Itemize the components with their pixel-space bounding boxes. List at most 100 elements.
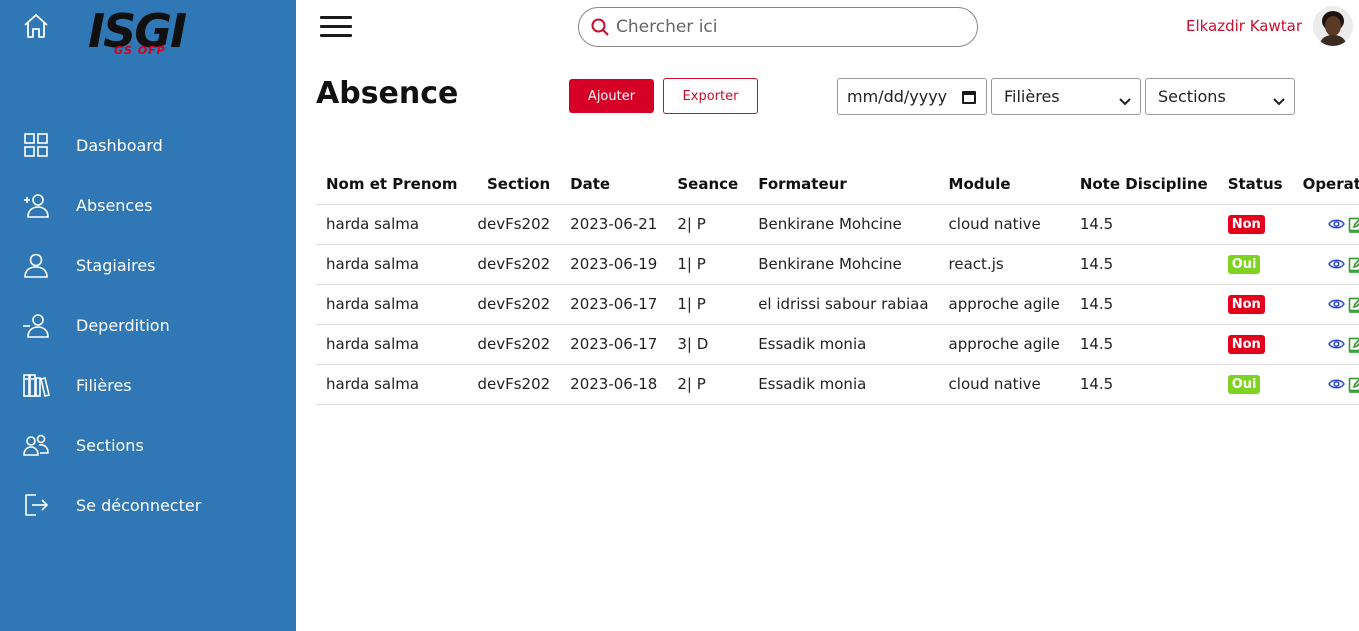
export-button[interactable]: Exporter xyxy=(663,78,758,114)
calendar-icon[interactable] xyxy=(961,89,977,109)
column-header: Date xyxy=(560,164,668,205)
column-header: Section xyxy=(467,164,561,205)
cell-module: approche agile xyxy=(938,284,1070,325)
logo-subtext: GS OFP xyxy=(114,44,166,57)
cell-name: harda salma xyxy=(316,284,468,325)
search-input[interactable] xyxy=(616,17,956,37)
column-header: Operation xyxy=(1292,164,1359,205)
cell-formateur: Essadik monia xyxy=(748,324,939,365)
cell-status: Non xyxy=(1217,204,1293,245)
table-row: harda salma devFs202 2023-06-17 3| D Ess… xyxy=(316,324,1359,365)
sidebar-item-logout[interactable]: Se déconnecter xyxy=(0,475,296,535)
sidebar-item-label: Dashboard xyxy=(76,135,163,155)
cell-status: Non xyxy=(1217,324,1293,365)
edit-icon[interactable] xyxy=(1348,296,1359,313)
chevron-down-icon xyxy=(1273,92,1285,111)
chevron-down-icon xyxy=(1119,92,1131,111)
cell-formateur: Benkirane Mohcine xyxy=(748,204,939,245)
sidebar-item-deperdition[interactable]: Deperdition xyxy=(0,295,296,355)
column-header: Module xyxy=(938,164,1070,205)
column-header: Formateur xyxy=(748,164,939,205)
user-name: Elkazdir Kawtar xyxy=(1185,17,1302,35)
view-icon[interactable] xyxy=(1328,217,1345,231)
edit-icon[interactable] xyxy=(1348,216,1359,233)
cell-date: 2023-06-19 xyxy=(560,244,668,285)
cell-note: 14.5 xyxy=(1069,324,1218,365)
column-header: Note Discipline xyxy=(1069,164,1218,205)
sidebar-item-dashboard[interactable]: Dashboard xyxy=(0,115,296,175)
column-header: Status xyxy=(1217,164,1293,205)
sidebar-item-label: Filières xyxy=(76,375,132,395)
sidebar-item-label: Sections xyxy=(76,435,144,455)
cell-formateur: Benkirane Mohcine xyxy=(748,244,939,285)
add-button[interactable]: Ajouter xyxy=(569,79,654,113)
cell-module: approche agile xyxy=(938,324,1070,365)
avatar[interactable] xyxy=(1313,6,1353,46)
menu-toggle-button[interactable] xyxy=(320,16,352,38)
cell-section: devFs202 xyxy=(467,244,561,285)
cell-operations xyxy=(1292,244,1359,285)
view-icon[interactable] xyxy=(1328,297,1345,311)
grid-icon xyxy=(22,131,50,159)
search-icon xyxy=(591,18,609,36)
sidebar-nav: Dashboard Absences Stagiaires Deperditio… xyxy=(0,115,296,535)
edit-icon[interactable] xyxy=(1348,336,1359,353)
search-bar xyxy=(578,7,978,47)
cell-name: harda salma xyxy=(316,204,468,245)
sections-select-value: Sections xyxy=(1158,87,1226,106)
cell-seance: 1| P xyxy=(667,244,749,285)
home-icon[interactable] xyxy=(22,12,50,40)
user-minus-icon xyxy=(22,311,50,339)
cell-name: harda salma xyxy=(316,244,468,285)
sidebar-item-label: Deperdition xyxy=(76,315,170,335)
page-title: Absence xyxy=(316,76,459,111)
cell-note: 14.5 xyxy=(1069,364,1218,405)
view-icon[interactable] xyxy=(1328,337,1345,351)
cell-formateur: Essadik monia xyxy=(748,364,939,405)
edit-icon[interactable] xyxy=(1348,376,1359,393)
view-icon[interactable] xyxy=(1328,257,1345,271)
sections-select[interactable]: Sections xyxy=(1145,78,1295,115)
edit-icon[interactable] xyxy=(1348,256,1359,273)
view-icon[interactable] xyxy=(1328,377,1345,391)
cell-note: 14.5 xyxy=(1069,284,1218,325)
cell-operations xyxy=(1292,364,1359,405)
status-badge: Non xyxy=(1227,335,1265,354)
cell-seance: 3| D xyxy=(667,324,749,365)
sidebar-item-label: Absences xyxy=(76,195,153,215)
cell-name: harda salma xyxy=(316,364,468,405)
column-header: Seance xyxy=(667,164,749,205)
cell-status: Oui xyxy=(1217,244,1293,285)
isgi-logo: ISGI GS OFP xyxy=(88,6,198,60)
filieres-select-value: Filières xyxy=(1004,87,1060,106)
date-filter-input[interactable]: mm/dd/yyyy xyxy=(837,78,987,115)
column-header: Nom et Prenom xyxy=(316,164,468,205)
status-badge: Oui xyxy=(1227,375,1261,394)
status-badge: Oui xyxy=(1227,255,1261,274)
hamburger-line xyxy=(320,16,352,19)
sidebar-item-label: Se déconnecter xyxy=(76,495,202,515)
cell-formateur: el idrissi sabour rabiaa xyxy=(748,284,939,325)
sidebar: ISGI GS OFP Dashboard Absences Stagiaire… xyxy=(0,0,296,631)
sidebar-item-filieres[interactable]: Filières xyxy=(0,355,296,415)
filieres-select[interactable]: Filières xyxy=(991,78,1141,115)
cell-section: devFs202 xyxy=(467,324,561,365)
logout-icon xyxy=(22,491,50,519)
table-header-row: Nom et Prenom Section Date Seance Format… xyxy=(316,164,1359,205)
sidebar-item-stagiaires[interactable]: Stagiaires xyxy=(0,235,296,295)
cell-operations xyxy=(1292,204,1359,245)
user-plus-icon xyxy=(22,191,50,219)
cell-section: devFs202 xyxy=(467,204,561,245)
cell-note: 14.5 xyxy=(1069,244,1218,285)
table-row: harda salma devFs202 2023-06-18 2| P Ess… xyxy=(316,364,1359,405)
hamburger-line xyxy=(320,34,352,37)
date-placeholder: mm/dd/yyyy xyxy=(847,87,948,106)
cell-module: cloud native xyxy=(938,364,1070,405)
cell-status: Oui xyxy=(1217,364,1293,405)
table-row: harda salma devFs202 2023-06-17 1| P el … xyxy=(316,284,1359,325)
books-icon xyxy=(22,371,50,399)
sidebar-item-absences[interactable]: Absences xyxy=(0,175,296,235)
cell-date: 2023-06-17 xyxy=(560,324,668,365)
sidebar-item-sections[interactable]: Sections xyxy=(0,415,296,475)
cell-seance: 2| P xyxy=(667,204,749,245)
